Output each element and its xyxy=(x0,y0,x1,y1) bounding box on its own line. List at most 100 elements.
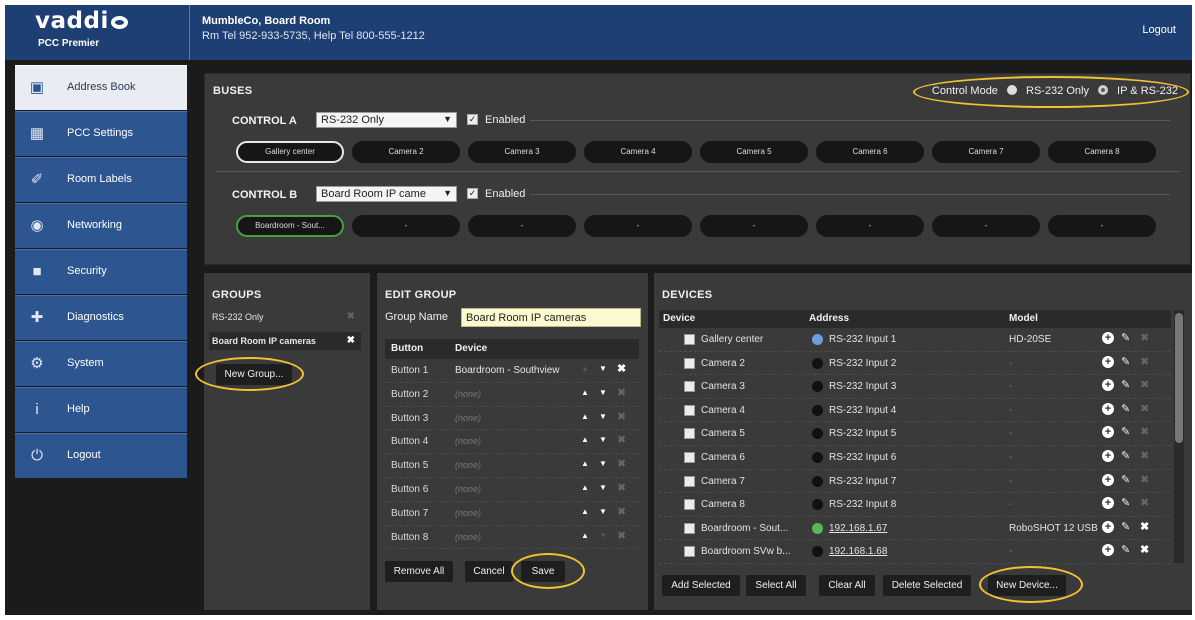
row-checkbox[interactable] xyxy=(684,522,695,534)
move-down-icon[interactable]: ▼ xyxy=(599,388,607,397)
remove-icon[interactable]: ✖ xyxy=(617,529,626,542)
table-row[interactable]: Camera 7 RS-232 Input 7 - + ✎ ✖ xyxy=(659,470,1171,494)
edit-icon[interactable]: ✎ xyxy=(1121,449,1130,462)
group-item-board-room[interactable]: Board Room IP cameras ✖ xyxy=(209,332,361,350)
select-all-button[interactable]: Select All xyxy=(746,575,806,596)
control-a-select[interactable]: RS-232 Only ▼ xyxy=(316,112,457,128)
edit-icon[interactable]: ✎ xyxy=(1121,331,1130,344)
sidebar-item-address-book[interactable]: ▣ Address Book xyxy=(15,65,187,110)
remove-icon[interactable]: ✖ xyxy=(617,505,626,518)
move-up-icon[interactable]: ▲ xyxy=(581,412,589,421)
control-a-button-7[interactable]: Camera 7 xyxy=(932,141,1040,163)
move-down-icon[interactable]: ▼ xyxy=(599,507,607,516)
group-item-rs232[interactable]: RS-232 Only ✖ xyxy=(209,308,361,326)
device-address-link[interactable]: 192.168.1.67 xyxy=(829,523,887,534)
sidebar-item-logout[interactable]: ⏻ Logout xyxy=(15,433,187,478)
move-up-icon[interactable]: ▲ xyxy=(581,364,589,373)
move-up-icon[interactable]: ▲ xyxy=(581,435,589,444)
control-a-enabled-checkbox[interactable]: ✓ xyxy=(467,114,478,125)
delete-icon[interactable]: ✖ xyxy=(1140,496,1149,509)
row-checkbox[interactable] xyxy=(684,357,695,369)
control-a-button-1[interactable]: Gallery center xyxy=(236,141,344,163)
row-checkbox[interactable] xyxy=(684,428,695,440)
sidebar-item-room-labels[interactable]: ✐ Room Labels xyxy=(15,157,187,202)
table-row[interactable]: Camera 3 RS-232 Input 3 - + ✎ ✖ xyxy=(659,375,1171,399)
delete-icon[interactable]: ✖ xyxy=(1140,355,1149,368)
control-b-select[interactable]: Board Room IP came ▼ xyxy=(316,186,457,202)
delete-selected-button[interactable]: Delete Selected xyxy=(883,575,971,596)
add-icon[interactable]: + xyxy=(1102,379,1114,392)
delete-icon[interactable]: ✖ xyxy=(1140,449,1149,462)
control-b-button-2[interactable]: - xyxy=(352,215,460,237)
delete-icon[interactable]: ✖ xyxy=(1140,543,1149,556)
cancel-button[interactable]: Cancel xyxy=(465,561,513,582)
control-a-button-3[interactable]: Camera 3 xyxy=(468,141,576,163)
control-a-button-8[interactable]: Camera 8 xyxy=(1048,141,1156,163)
delete-icon[interactable]: ✖ xyxy=(1140,425,1149,438)
add-icon[interactable]: + xyxy=(1102,544,1114,557)
move-down-icon[interactable]: ▼ xyxy=(599,435,607,444)
control-b-button-8[interactable]: - xyxy=(1048,215,1156,237)
edit-icon[interactable]: ✎ xyxy=(1121,355,1130,368)
table-row[interactable]: Camera 4 RS-232 Input 4 - + ✎ ✖ xyxy=(659,399,1171,423)
row-checkbox[interactable] xyxy=(684,475,695,487)
move-down-icon[interactable]: ▼ xyxy=(599,364,607,373)
add-icon[interactable]: + xyxy=(1102,497,1114,510)
control-a-button-5[interactable]: Camera 5 xyxy=(700,141,808,163)
edit-icon[interactable]: ✎ xyxy=(1121,496,1130,509)
row-checkbox[interactable] xyxy=(684,334,695,345)
delete-icon[interactable]: ✖ xyxy=(1140,378,1149,391)
sidebar-item-pcc-settings[interactable]: ▦ PCC Settings xyxy=(15,111,187,156)
move-up-icon[interactable]: ▲ xyxy=(581,483,589,492)
control-b-button-7[interactable]: - xyxy=(932,215,1040,237)
group-name-input[interactable] xyxy=(461,308,641,327)
delete-icon[interactable]: ✖ xyxy=(1140,331,1149,344)
control-a-button-6[interactable]: Camera 6 xyxy=(816,141,924,163)
delete-icon[interactable]: ✖ xyxy=(1140,520,1149,533)
move-down-icon[interactable]: ▼ xyxy=(599,483,607,492)
add-icon[interactable]: + xyxy=(1102,473,1114,486)
delete-icon[interactable]: ✖ xyxy=(1140,473,1149,486)
scrollbar-thumb[interactable] xyxy=(1175,313,1183,443)
delete-icon[interactable]: ✖ xyxy=(347,332,355,350)
control-a-button-2[interactable]: Camera 2 xyxy=(352,141,460,163)
edit-icon[interactable]: ✎ xyxy=(1121,473,1130,486)
move-down-icon[interactable]: ▼ xyxy=(599,531,607,540)
control-b-button-3[interactable]: - xyxy=(468,215,576,237)
move-down-icon[interactable]: ▼ xyxy=(599,459,607,468)
table-row[interactable]: Boardroom - Sout... 192.168.1.67 RoboSHO… xyxy=(659,517,1171,541)
sidebar-item-help[interactable]: i Help xyxy=(15,387,187,432)
move-up-icon[interactable]: ▲ xyxy=(581,507,589,516)
edit-icon[interactable]: ✎ xyxy=(1121,378,1130,391)
table-row[interactable]: Boardroom SVw b... 192.168.1.68 - + ✎ ✖ xyxy=(659,540,1171,564)
table-row[interactable]: Camera 6 RS-232 Input 6 - + ✎ ✖ xyxy=(659,446,1171,470)
table-row[interactable]: Gallery center RS-232 Input 1 HD-20SE + … xyxy=(659,328,1171,352)
row-checkbox[interactable] xyxy=(684,452,695,463)
delete-icon[interactable]: ✖ xyxy=(347,308,355,326)
control-a-button-4[interactable]: Camera 4 xyxy=(584,141,692,163)
add-icon[interactable]: + xyxy=(1102,355,1114,368)
control-b-enabled-checkbox[interactable]: ✓ xyxy=(467,188,478,199)
control-b-button-1[interactable]: Boardroom - Sout... xyxy=(236,215,344,237)
add-icon[interactable]: + xyxy=(1102,426,1114,439)
add-icon[interactable]: + xyxy=(1102,402,1114,415)
edit-icon[interactable]: ✎ xyxy=(1121,402,1130,415)
sidebar-item-security[interactable]: ■ Security xyxy=(15,249,187,294)
remove-icon[interactable]: ✖ xyxy=(617,410,626,423)
add-icon[interactable]: + xyxy=(1102,520,1114,533)
table-row[interactable]: Camera 2 RS-232 Input 2 - + ✎ ✖ xyxy=(659,352,1171,376)
device-address-link[interactable]: 192.168.1.68 xyxy=(829,546,887,557)
remove-icon[interactable]: ✖ xyxy=(617,433,626,446)
sidebar-item-networking[interactable]: ◉ Networking xyxy=(15,203,187,248)
table-row[interactable]: Camera 8 RS-232 Input 8 - + ✎ ✖ xyxy=(659,493,1171,517)
edit-icon[interactable]: ✎ xyxy=(1121,425,1130,438)
sidebar-item-diagnostics[interactable]: ✚ Diagnostics xyxy=(15,295,187,340)
row-checkbox[interactable] xyxy=(684,381,695,393)
move-down-icon[interactable]: ▼ xyxy=(599,412,607,421)
delete-icon[interactable]: ✖ xyxy=(1140,402,1149,415)
add-selected-button[interactable]: Add Selected xyxy=(662,575,740,596)
add-icon[interactable]: + xyxy=(1102,332,1114,344)
edit-icon[interactable]: ✎ xyxy=(1121,520,1130,533)
move-up-icon[interactable]: ▲ xyxy=(581,531,589,540)
move-up-icon[interactable]: ▲ xyxy=(581,459,589,468)
